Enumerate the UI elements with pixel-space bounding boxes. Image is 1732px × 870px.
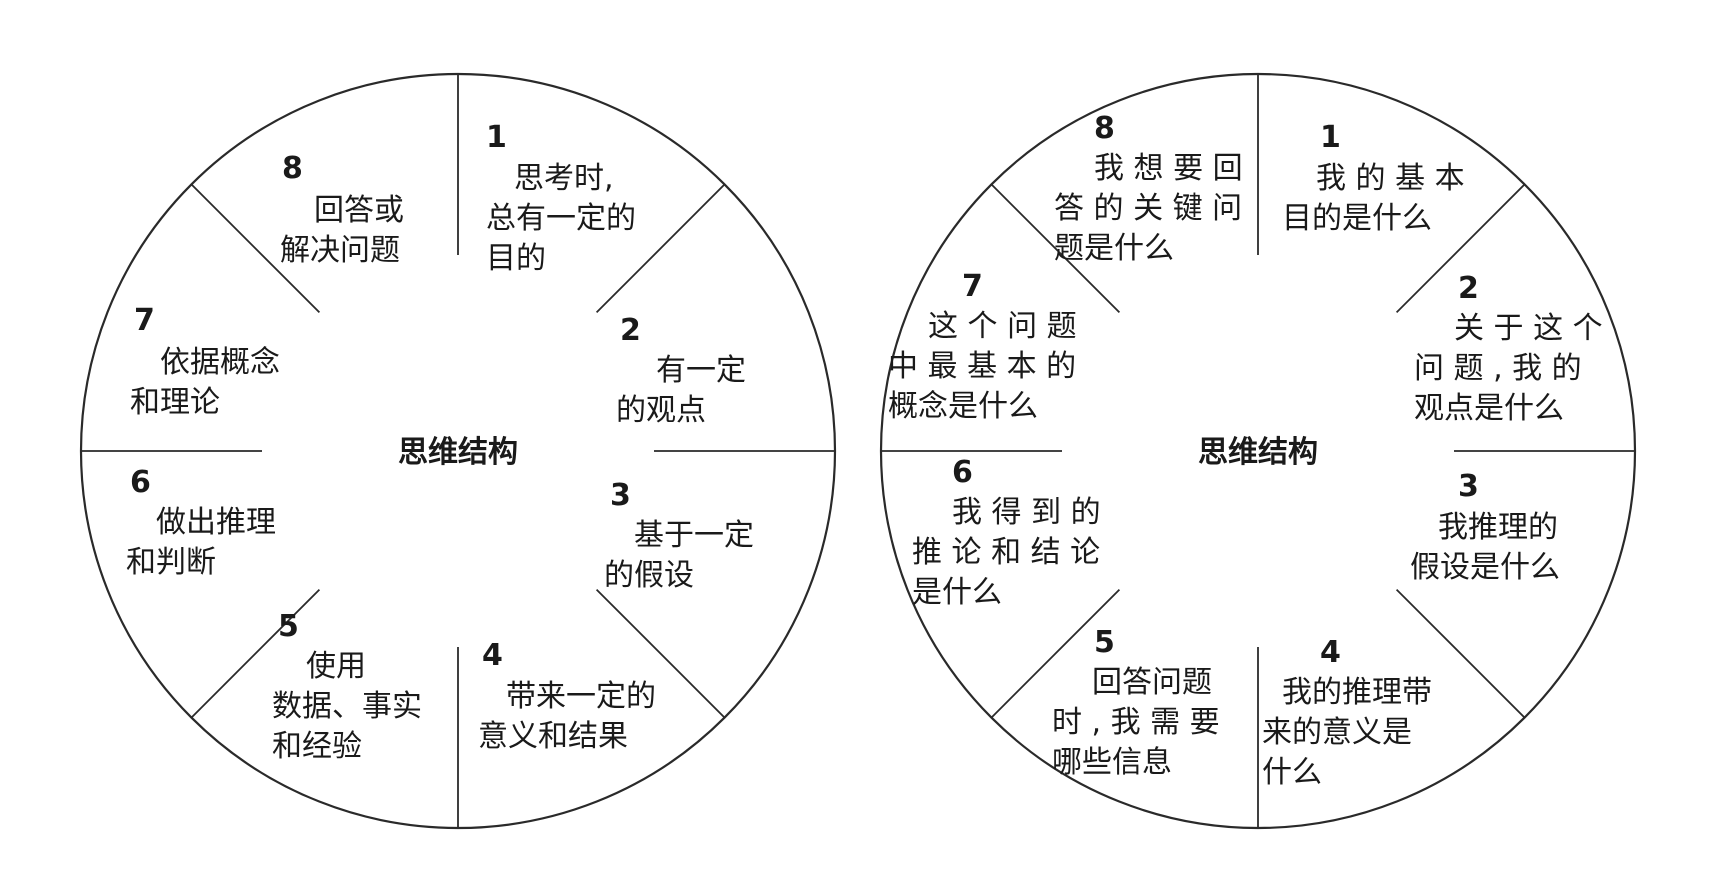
center-label: 思维结构: [398, 435, 518, 470]
center-label: 思维结构: [1198, 435, 1318, 470]
segment-text-line: 我 的 基 本: [1316, 161, 1465, 196]
segment-number: 7: [962, 269, 983, 304]
segment-text-line: 来的意义是: [1262, 715, 1412, 750]
segment-text-line: 回答问题: [1092, 665, 1212, 700]
segment-text-line: 我 想 要 回: [1094, 151, 1243, 186]
segment-text-line: 带来一定的: [506, 679, 656, 714]
segment-text-line: 我的推理带: [1282, 675, 1432, 710]
diagram-canvas: 思维结构1思考时,总有一定的目的2有一定的观点3基于一定的假设4带来一定的意义和…: [79, 72, 1637, 830]
segment-text-line: 数据、事实: [272, 689, 422, 724]
thinking-wheel-1: 思维结构 1思考时, 总有一定的目的 2 有一定的观点 3基于一定的假设 4带来一定的意义和…: [79, 72, 837, 830]
segment-text-line: 这 个 问 题: [928, 309, 1077, 344]
segment-number: 3: [610, 478, 631, 513]
segment-number: 7: [134, 303, 155, 338]
segment-number: 5: [278, 609, 299, 644]
segment-text-line: 假设是什么: [1410, 550, 1560, 585]
segment-text-line: 关 于 这 个: [1454, 311, 1603, 346]
segment-text-line: 依据概念: [160, 345, 280, 380]
segment-text-line: 推 论 和 结 论: [912, 535, 1100, 570]
segment-text-line: 的假设: [604, 558, 694, 593]
segment-text-line: 和判断: [126, 545, 216, 580]
segment-text-line: 时 , 我 需 要: [1052, 705, 1220, 740]
segment-number: 1: [1320, 120, 1341, 155]
thinking-structure-diagrams: 思维结构 1 思考时, 总有一定的 目的 2 有一定 的观点 3 基于一定 的假设 4 带来一定的 意义和…: [0, 0, 1732, 866]
segment-text-line: 有一定: [656, 353, 746, 388]
segment-text-line: 思考时,: [514, 161, 614, 196]
segment-text-line: 我 得 到 的: [952, 495, 1101, 530]
segment-text-line: 哪些信息: [1052, 745, 1172, 780]
segment-text-line: 基于一定: [634, 518, 754, 553]
segment-number: 3: [1458, 469, 1479, 504]
segment-number: 8: [282, 151, 303, 186]
segment-text-line: 回答或: [314, 193, 404, 228]
segment-text-line: 意义和结果: [478, 719, 628, 754]
segment-number: 2: [620, 313, 641, 348]
segment-number: 1: [486, 120, 507, 155]
segment-text-line: 答 的 关 键 问: [1054, 191, 1242, 226]
segment-text-line: 和经验: [272, 729, 362, 764]
segment-number: 6: [952, 455, 973, 490]
segment-text-line: 问 题 , 我 的: [1414, 351, 1582, 386]
segment-text-line: 目的是什么: [1282, 201, 1432, 236]
segment-text-line: 题是什么: [1054, 231, 1174, 266]
segment-number: 5: [1094, 625, 1115, 660]
segment-text-line: 做出推理: [156, 505, 276, 540]
segment-text-line: 观点是什么: [1414, 391, 1564, 426]
segment-text-line: 概念是什么: [888, 389, 1038, 424]
segment-number: 4: [1320, 635, 1341, 670]
segment-number: 8: [1094, 111, 1115, 146]
segment-number: 4: [482, 638, 503, 673]
segment-text-line: 总有一定的: [486, 201, 636, 236]
segment-number: 6: [130, 465, 151, 500]
segment-text-line: 什么: [1262, 755, 1322, 790]
segment-text-line: 是什么: [912, 575, 1002, 610]
segment-text-line: 目的: [486, 241, 546, 276]
segment-text-line: 的观点: [616, 393, 706, 428]
segment-number: 2: [1458, 271, 1479, 306]
thinking-wheel-2: 思维结构 1 我 的 基 本目的是什么 2 关 于 这 个问 题 , 我 的观点是什么 3…: [879, 72, 1637, 830]
segment-text-line: 解决问题: [280, 233, 400, 268]
segment-text-line: 我推理的: [1438, 510, 1558, 545]
segment-text-line: 中 最 基 本 的: [888, 349, 1076, 384]
segment-text-line: 使用: [306, 649, 366, 684]
segment-text-line: 和理论: [130, 385, 220, 420]
